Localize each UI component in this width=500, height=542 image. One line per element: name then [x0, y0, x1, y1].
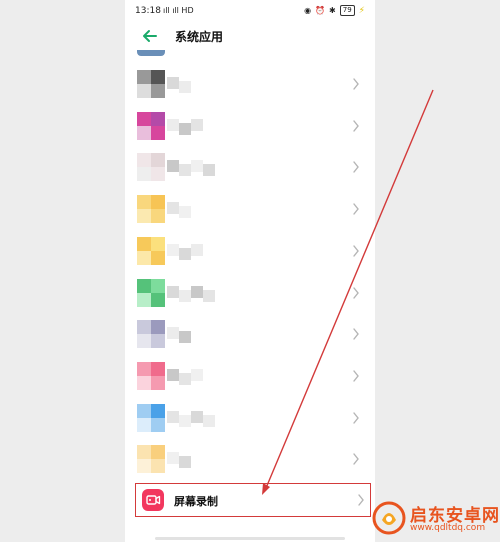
phone-screen: 13:18 ıll ıll HD ◉ ⏰ ✱ 79 ⚡ 系统应用 屏幕录制 [125, 0, 375, 542]
app-name-pixelated [167, 368, 237, 385]
app-name-pixelated [167, 77, 237, 93]
app-list-item[interactable] [125, 398, 375, 439]
bluetooth-icon: ✱ [329, 6, 336, 15]
partial-app-icon [137, 50, 165, 56]
video-camera-icon [146, 495, 161, 505]
app-name-pixelated [167, 327, 237, 344]
chevron-right-icon [358, 494, 364, 506]
watermark-logo-icon [372, 501, 406, 535]
app-header: 系统应用 [125, 22, 375, 50]
signal-indicator: ıll ıll HD [163, 6, 194, 15]
app-list-item[interactable] [125, 314, 375, 355]
screen-recording-label: 屏幕录制 [174, 495, 218, 508]
app-icon-pixelated [137, 111, 165, 140]
screen-recording-item[interactable]: 屏幕录制 [135, 483, 371, 517]
app-list-item[interactable] [125, 356, 375, 397]
app-list-item[interactable] [125, 64, 375, 105]
app-icon-pixelated [137, 361, 165, 390]
battery-icon: 79 [339, 5, 355, 16]
app-icon-pixelated [137, 278, 165, 307]
chevron-right-icon [353, 245, 359, 257]
app-icon-pixelated [137, 70, 165, 98]
chevron-right-icon [353, 411, 359, 424]
app-name-pixelated [167, 452, 237, 469]
app-name-pixelated [167, 202, 237, 219]
watermark-url: www.qdltdq.com [410, 523, 486, 533]
alarm-icon: ⏰ [315, 6, 326, 15]
screen-recording-icon [142, 489, 164, 511]
app-icon-pixelated [137, 445, 165, 474]
app-name-pixelated [167, 243, 237, 260]
back-arrow-icon[interactable] [140, 26, 160, 46]
app-list-item[interactable] [125, 106, 375, 147]
app-icon-pixelated [137, 320, 165, 349]
eye-icon: ◉ [304, 6, 312, 15]
app-list-item[interactable] [125, 147, 375, 188]
app-icon-pixelated [137, 236, 165, 265]
app-list-item[interactable] [125, 231, 375, 272]
charging-icon: ⚡ [358, 5, 365, 16]
app-icon-pixelated [137, 403, 165, 432]
status-time: 13:18 [135, 6, 161, 16]
chevron-right-icon [353, 161, 359, 174]
app-icon-pixelated [137, 153, 165, 182]
chevron-right-icon [353, 370, 359, 382]
chevron-right-icon [353, 328, 359, 340]
chevron-right-icon [353, 453, 359, 465]
home-indicator[interactable] [155, 537, 345, 540]
chevron-right-icon [353, 119, 359, 132]
app-list-item[interactable] [125, 189, 375, 230]
app-list-item[interactable] [125, 439, 375, 480]
app-list-item[interactable] [125, 273, 375, 314]
app-icon-pixelated [137, 195, 165, 224]
site-watermark: 启东安卓网 www.qdltdq.com [370, 498, 500, 542]
app-name-pixelated [167, 118, 237, 135]
chevron-right-icon [353, 78, 359, 90]
chevron-right-icon [353, 286, 359, 299]
app-name-pixelated [167, 410, 237, 427]
chevron-right-icon [353, 203, 359, 215]
page-title: 系统应用 [175, 30, 224, 44]
status-bar: 13:18 ıll ıll HD ◉ ⏰ ✱ 79 ⚡ [125, 0, 375, 22]
app-name-pixelated [167, 160, 237, 177]
app-name-pixelated [167, 285, 237, 302]
status-icons: ◉ ⏰ ✱ 79 ⚡ [304, 5, 365, 16]
